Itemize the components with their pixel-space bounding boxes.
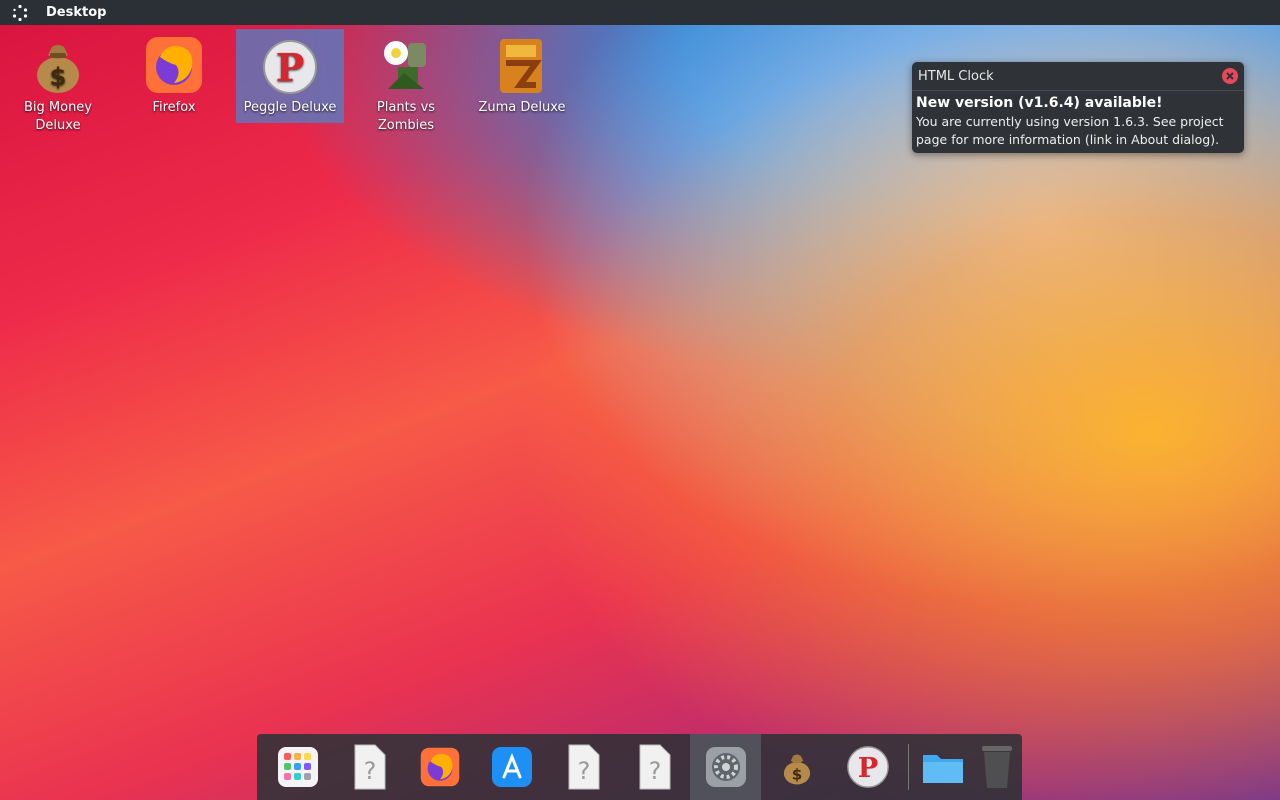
money-bag-icon: $ <box>37 45 79 93</box>
dock-item-peggle[interactable]: P <box>833 734 904 800</box>
svg-text:P: P <box>858 752 879 784</box>
dock: ? ? ? $ P <box>257 734 1022 800</box>
dock-item-unknown-3[interactable]: ? <box>619 734 690 800</box>
notification-header: HTML Clock <box>912 62 1244 91</box>
unknown-file-icon: ? <box>639 744 671 790</box>
desktop-icon-label: Big Money Deluxe <box>23 100 92 133</box>
dock-item-app-store[interactable] <box>476 734 547 800</box>
desktop-icon-zuma[interactable]: Zuma Deluxe <box>468 29 576 123</box>
dock-item-unknown-2[interactable]: ? <box>547 734 618 800</box>
firefox-icon <box>146 37 202 93</box>
system-settings-icon <box>705 747 746 787</box>
desktop-icon-firefox[interactable]: Firefox <box>120 29 228 123</box>
notification-app-name: HTML Clock <box>918 68 994 84</box>
notification-heading: New version (v1.6.4) available! <box>916 95 1163 111</box>
desktop-icon-plants-vs-zombies[interactable]: Plants vs Zombies <box>352 29 460 133</box>
desktop-icon-label: Peggle Deluxe <box>243 100 337 115</box>
money-bag-icon: $ <box>783 754 811 785</box>
dock-separator <box>908 744 910 790</box>
svg-text:$: $ <box>50 63 67 91</box>
desktop-icon-label: Zuma Deluxe <box>478 100 566 115</box>
unknown-file-icon: ? <box>568 744 600 790</box>
desktop-icon-label: Plants vs Zombies <box>376 100 436 133</box>
dock-item-big-money[interactable]: $ <box>761 734 832 800</box>
window-title: Desktop <box>46 5 107 20</box>
desktop-icon-label: Firefox <box>152 100 196 115</box>
firefox-icon <box>421 747 460 787</box>
trash-icon <box>982 746 1013 788</box>
svg-text:P: P <box>276 45 305 90</box>
notification-body: You are currently using version 1.6.3. S… <box>916 114 1224 147</box>
dock-item-unknown-1[interactable]: ? <box>333 734 404 800</box>
unknown-file-icon: ? <box>354 744 386 790</box>
svg-text:?: ? <box>649 757 662 785</box>
app-store-icon <box>491 747 532 787</box>
desktop-icon-peggle[interactable]: P Peggle Deluxe <box>236 29 344 123</box>
peggle-icon: P <box>847 746 890 788</box>
folder-icon <box>922 755 963 783</box>
launcher-icon[interactable] <box>0 0 40 25</box>
desktop-icon-big-money[interactable]: $ Big Money Deluxe <box>4 29 112 133</box>
top-bar: Desktop <box>0 0 1280 25</box>
svg-text:$: $ <box>792 766 802 784</box>
dock-item-firefox[interactable] <box>405 734 476 800</box>
dock-item-system-settings[interactable] <box>690 734 762 800</box>
svg-text:?: ? <box>364 757 377 785</box>
svg-text:?: ? <box>578 757 591 785</box>
plants-vs-zombies-icon <box>384 41 426 89</box>
peggle-icon: P <box>263 40 317 94</box>
dock-item-trash[interactable] <box>973 734 1023 800</box>
notification-popup: HTML Clock New version (v1.6.4) availabl… <box>912 62 1244 153</box>
launchpad-icon <box>277 747 318 787</box>
zuma-icon <box>500 39 542 93</box>
close-icon[interactable] <box>1222 68 1238 84</box>
dock-item-folder[interactable] <box>913 734 972 800</box>
dock-item-launchpad[interactable] <box>262 734 333 800</box>
